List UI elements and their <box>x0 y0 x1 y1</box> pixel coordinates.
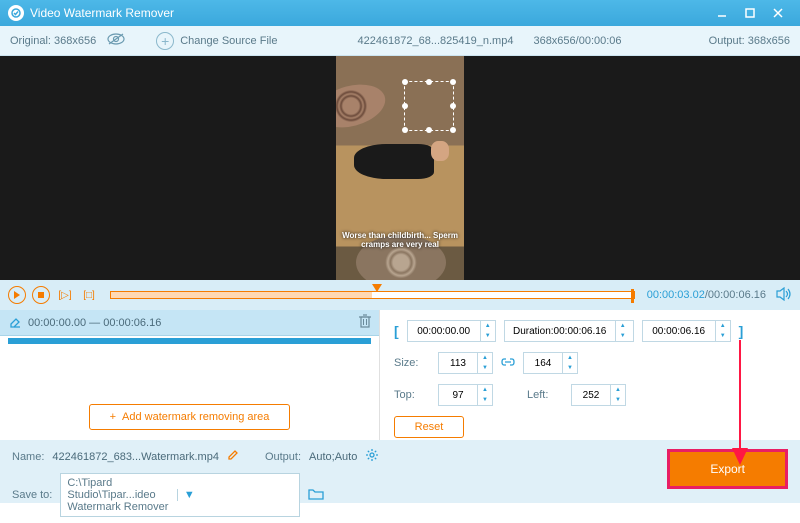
bottom-bar: Name: 422461872_683...Watermark.mp4 Outp… <box>0 440 800 503</box>
resize-handle[interactable] <box>450 103 456 109</box>
output-format: Auto;Auto <box>309 451 357 463</box>
path-dropdown-icon[interactable]: ▼ <box>177 489 294 501</box>
selection-box[interactable] <box>404 81 454 131</box>
preview-toggle-icon[interactable] <box>106 32 126 49</box>
width-input[interactable]: ▲▼ <box>438 352 493 374</box>
volume-icon[interactable] <box>776 287 792 304</box>
work-area: 00:00:00.00 — 00:00:06.16 + Add watermar… <box>0 310 800 440</box>
spin-up[interactable]: ▲ <box>478 385 492 395</box>
source-dimensions: 368x656/00:00:06 <box>533 35 621 47</box>
video-frame: Worse than childbirth... Sperm cramps ar… <box>336 56 464 280</box>
play-button[interactable] <box>8 286 26 304</box>
time-display: 00:00:03.02/00:00:06.16 <box>647 289 766 301</box>
resize-handle[interactable] <box>450 127 456 133</box>
original-dimensions: Original: 368x656 <box>10 35 96 47</box>
close-button[interactable] <box>764 0 792 26</box>
spin-down[interactable]: ▼ <box>478 395 492 405</box>
add-watermark-area-button[interactable]: + Add watermark removing area <box>89 404 291 430</box>
name-label: Name: <box>12 451 44 463</box>
timing-row: [ ▲▼ ▲▼ ▲▼ ] <box>394 320 786 342</box>
change-source-label: Change Source File <box>180 35 277 47</box>
spin-up[interactable]: ▲ <box>478 353 492 363</box>
size-label: Size: <box>394 357 430 369</box>
segment-range: 00:00:00.00 — 00:00:06.16 <box>28 317 353 329</box>
spin-down[interactable]: ▼ <box>481 331 495 341</box>
bracket-left-icon[interactable]: [ <box>394 323 399 339</box>
add-area-label: Add watermark removing area <box>122 411 269 423</box>
app-title: Video Watermark Remover <box>30 6 708 20</box>
link-aspect-icon[interactable] <box>501 355 515 372</box>
spin-down[interactable]: ▼ <box>478 363 492 373</box>
titlebar: Video Watermark Remover <box>0 0 800 26</box>
segment-item[interactable]: 00:00:00.00 — 00:00:06.16 <box>0 310 379 336</box>
timeline-end-marker[interactable] <box>631 289 634 303</box>
resize-handle[interactable] <box>426 79 432 85</box>
bracket-right-icon[interactable]: ] <box>739 323 744 339</box>
segments-panel: 00:00:00.00 — 00:00:06.16 + Add watermar… <box>0 310 380 440</box>
duration-input[interactable]: ▲▼ <box>504 320 634 342</box>
video-content <box>431 141 449 161</box>
edit-name-icon[interactable] <box>227 449 239 464</box>
step-frame-button[interactable]: [▷] <box>56 286 74 304</box>
top-label: Top: <box>394 389 430 401</box>
output-name: 422461872_683...Watermark.mp4 <box>52 451 219 463</box>
output-label: Output: <box>265 451 301 463</box>
change-source-button[interactable]: + Change Source File <box>156 32 277 50</box>
video-content <box>336 78 390 135</box>
spin-down[interactable]: ▼ <box>563 363 577 373</box>
spin-up[interactable]: ▲ <box>611 385 625 395</box>
timeline-slider[interactable] <box>110 291 635 299</box>
segment-bar[interactable] <box>8 338 371 344</box>
spin-down[interactable]: ▼ <box>611 395 625 405</box>
spin-down[interactable]: ▼ <box>616 331 630 341</box>
left-label: Left: <box>527 389 563 401</box>
spin-up[interactable]: ▲ <box>481 321 495 331</box>
spin-up[interactable]: ▲ <box>716 321 730 331</box>
output-settings-icon[interactable] <box>365 448 379 465</box>
spin-up[interactable]: ▲ <box>563 353 577 363</box>
end-time-input[interactable]: ▲▼ <box>642 320 731 342</box>
toolbar: Original: 368x656 + Change Source File 4… <box>0 26 800 56</box>
spin-down[interactable]: ▼ <box>716 331 730 341</box>
size-row: Size: ▲▼ ▲▼ <box>394 352 786 374</box>
start-time-input[interactable]: ▲▼ <box>407 320 496 342</box>
spin-up[interactable]: ▲ <box>616 321 630 331</box>
maximize-button[interactable] <box>736 0 764 26</box>
resize-handle[interactable] <box>402 79 408 85</box>
source-filename: 422461872_68...825419_n.mp4 <box>357 35 513 47</box>
playback-bar: [▷] [□] 00:00:03.02/00:00:06.16 <box>0 280 800 310</box>
reset-button[interactable]: Reset <box>394 416 464 438</box>
resize-handle[interactable] <box>402 103 408 109</box>
resize-handle[interactable] <box>402 127 408 133</box>
left-input[interactable]: ▲▼ <box>571 384 626 406</box>
position-row: Top: ▲▼ Left: ▲▼ <box>394 384 786 406</box>
timeline-progress <box>111 292 372 298</box>
playhead-icon[interactable] <box>372 284 382 292</box>
video-preview[interactable]: Worse than childbirth... Sperm cramps ar… <box>0 56 800 280</box>
delete-segment-icon[interactable] <box>359 314 371 331</box>
properties-panel: [ ▲▼ ▲▼ ▲▼ ] Size: ▲▼ ▲▼ Top: ▲▼ Left: ▲… <box>380 310 800 440</box>
save-path: C:\Tipard Studio\Tipar...ideo Watermark … <box>67 477 177 513</box>
stop-button[interactable] <box>32 286 50 304</box>
resize-handle[interactable] <box>450 79 456 85</box>
eraser-icon <box>8 314 22 331</box>
video-content <box>354 144 434 179</box>
plus-icon: + <box>156 32 174 50</box>
open-folder-icon[interactable] <box>308 487 324 504</box>
save-label: Save to: <box>12 489 52 501</box>
output-dimensions: Output: 368x656 <box>709 35 790 47</box>
top-input[interactable]: ▲▼ <box>438 384 493 406</box>
plus-icon: + <box>110 411 116 423</box>
resize-handle[interactable] <box>426 127 432 133</box>
app-logo-icon <box>8 5 24 21</box>
frame-button[interactable]: [□] <box>80 286 98 304</box>
save-path-box[interactable]: C:\Tipard Studio\Tipar...ideo Watermark … <box>60 473 300 517</box>
video-caption: Worse than childbirth... Sperm cramps ar… <box>336 231 464 250</box>
height-input[interactable]: ▲▼ <box>523 352 578 374</box>
minimize-button[interactable] <box>708 0 736 26</box>
export-button[interactable]: Export <box>667 449 788 489</box>
